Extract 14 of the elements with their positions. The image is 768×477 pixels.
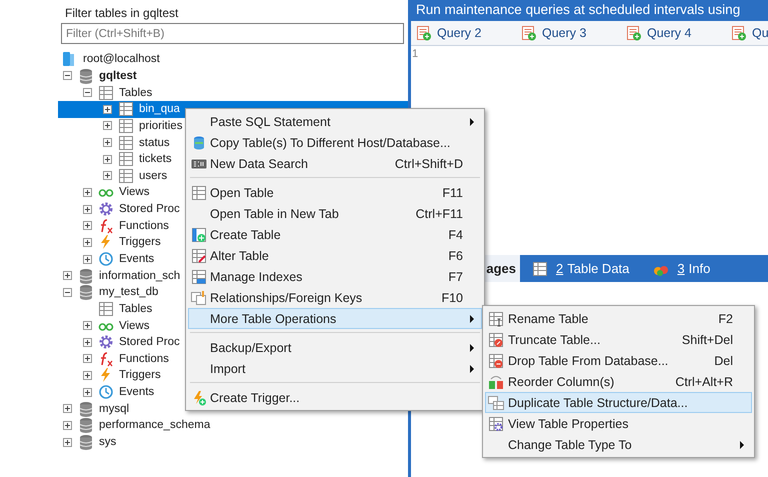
shortcut-text: Del: [714, 354, 733, 368]
shortcut-text: F10: [441, 290, 463, 304]
shortcut-text: F6: [448, 248, 463, 262]
shortcut-text: F11: [442, 186, 463, 200]
shortcut-text: Ctrl+Alt+R: [675, 374, 733, 388]
line-number: 1: [412, 48, 420, 60]
shortcut-text: F2: [718, 312, 733, 326]
shortcut-text: F7: [448, 270, 463, 284]
shortcut-text: Shift+Del: [682, 332, 733, 346]
header-title: Run maintenance queries at scheduled intervals using: [411, 0, 768, 21]
shortcut-text: Ctrl+Shift+D: [394, 156, 463, 170]
shortcut-text: F4: [448, 228, 463, 242]
shortcut-text: Ctrl+F11: [416, 206, 463, 220]
filter-label: Filter tables in gqltest: [64, 5, 180, 19]
